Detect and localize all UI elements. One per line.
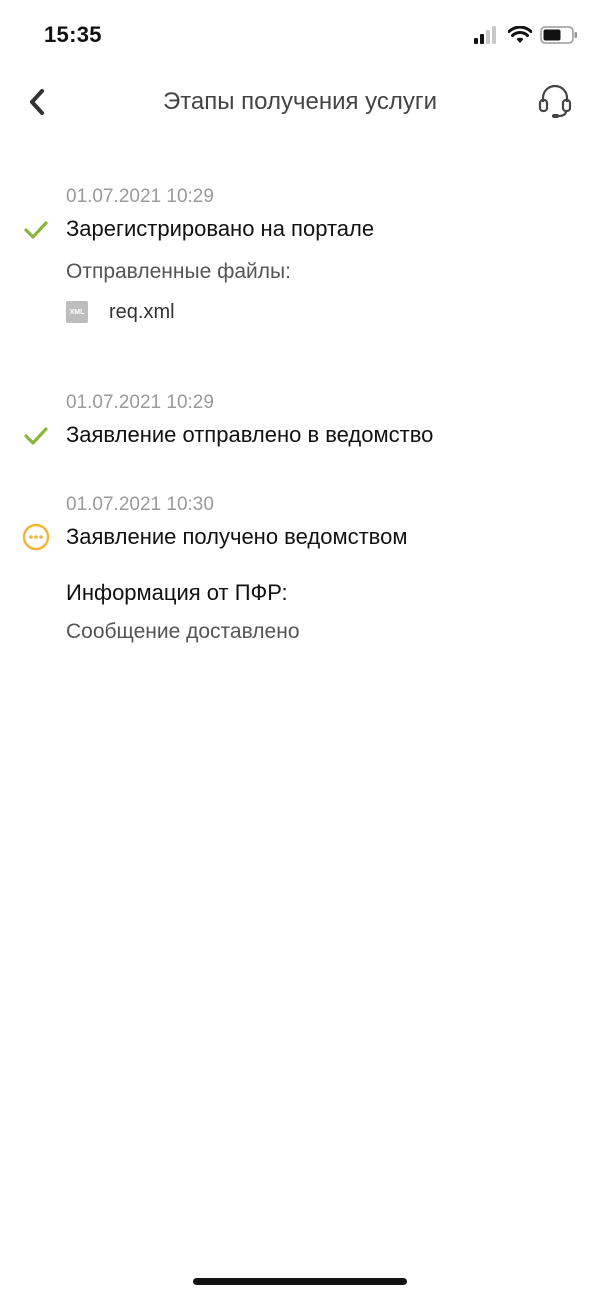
stage-date: 01.07.2021 10:30	[66, 494, 214, 515]
nav-bar: Этапы получения услуги	[0, 72, 600, 132]
stage-title: Зарегистрировано на портале	[66, 216, 375, 241]
pending-icon	[22, 523, 50, 551]
stage-item: 01.07.2021 10:29 Зарегистрировано на пор…	[0, 184, 600, 334]
stage-date: 01.07.2021 10:29	[66, 186, 214, 207]
stage-title: Заявление отправлено в ведомство	[66, 422, 434, 447]
status-icons	[474, 26, 578, 44]
status-time: 15:35	[44, 22, 102, 47]
home-indicator	[193, 1278, 407, 1285]
info-text: Сообщение доставлено	[66, 620, 300, 643]
xml-file-icon: XML	[66, 301, 88, 323]
wifi-icon	[508, 26, 532, 43]
file-item[interactable]: XML req.xml	[66, 298, 175, 326]
sent-files-label: Отправленные файлы:	[66, 260, 291, 283]
check-icon	[22, 216, 50, 244]
stage-item: 01.07.2021 10:29 Заявление отправлено в …	[0, 390, 600, 460]
stage-item: 01.07.2021 10:30 Заявление получено ведо…	[0, 492, 600, 652]
check-icon	[22, 422, 50, 450]
file-name: req.xml	[109, 300, 175, 323]
battery-icon	[540, 26, 577, 44]
status-bar: 15:35	[0, 0, 600, 70]
info-heading: Информация от ПФР:	[66, 580, 288, 605]
stage-title: Заявление получено ведомством	[66, 524, 408, 549]
signal-bars-icon	[474, 26, 496, 44]
support-button[interactable]	[536, 82, 574, 120]
headset-icon	[538, 84, 572, 118]
page-title: Этапы получения услуги	[162, 88, 438, 115]
stage-date: 01.07.2021 10:29	[66, 392, 214, 413]
